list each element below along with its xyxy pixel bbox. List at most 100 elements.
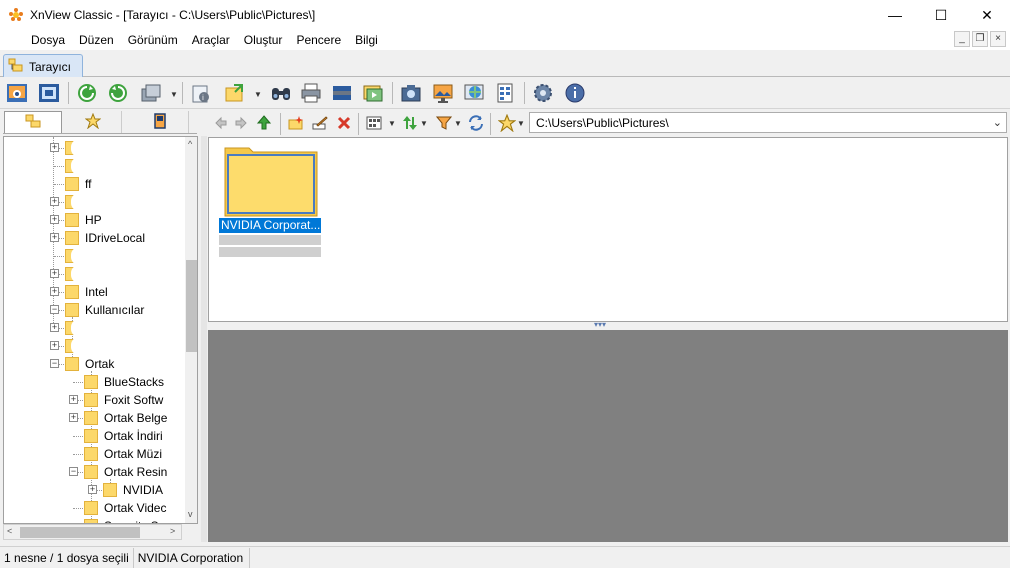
chevron-down-icon[interactable]: ▼: [420, 119, 428, 128]
open-browser-icon[interactable]: [4, 81, 30, 105]
fullscreen-icon[interactable]: [36, 81, 62, 105]
sync-icon[interactable]: [466, 113, 486, 133]
chevron-down-icon[interactable]: ▼: [454, 119, 462, 128]
menu-araclar[interactable]: Araçlar: [185, 30, 237, 50]
folder-thumbnail-icon[interactable]: [224, 145, 318, 217]
menu-bilgi[interactable]: Bilgi: [348, 30, 385, 50]
expand-icon[interactable]: +: [50, 287, 59, 296]
view-mode-icon[interactable]: [364, 113, 384, 133]
scroll-down-icon[interactable]: v: [188, 509, 193, 519]
scroll-thumb[interactable]: [186, 260, 197, 352]
expand-icon[interactable]: +: [50, 143, 59, 152]
expand-icon[interactable]: +: [69, 413, 78, 422]
sort-icon[interactable]: [400, 113, 420, 133]
address-dropdown-icon[interactable]: ⌄: [993, 116, 1002, 129]
close-button[interactable]: ✕: [964, 0, 1010, 30]
favorite-star-icon[interactable]: [497, 113, 517, 133]
tree-item[interactable]: +: [4, 139, 184, 157]
mdi-minimize-button[interactable]: _: [954, 31, 970, 47]
expand-icon[interactable]: +: [50, 233, 59, 242]
mdi-close-button[interactable]: ×: [990, 31, 1006, 47]
tree-item[interactable]: + NVIDIA: [4, 481, 184, 499]
collapse-icon[interactable]: −: [50, 305, 59, 314]
info-icon[interactable]: [562, 81, 588, 105]
tab-favorites[interactable]: [64, 111, 122, 133]
new-folder-icon[interactable]: [286, 113, 306, 133]
collapse-icon[interactable]: −: [69, 467, 78, 476]
tree-item[interactable]: + Intel: [4, 283, 184, 301]
tree-vertical-scrollbar[interactable]: ^ v: [185, 137, 197, 523]
folder-tree[interactable]: + ff + + HP + IDriveLocal + + Intel − Kullanıcılar +…: [3, 136, 198, 524]
refresh-icon[interactable]: [74, 81, 100, 105]
forward-icon[interactable]: [232, 113, 252, 133]
tree-item[interactable]: + Foxit Softw: [4, 391, 184, 409]
chevron-down-icon[interactable]: ▼: [388, 119, 396, 128]
mdi-restore-button[interactable]: ❐: [972, 31, 988, 47]
folder-name-label[interactable]: NVIDIA Corporat...: [219, 218, 321, 233]
scroll-left-icon[interactable]: <: [7, 526, 12, 536]
tree-item[interactable]: Security So: [4, 517, 184, 523]
chevron-down-icon[interactable]: ▼: [517, 119, 525, 128]
tree-item[interactable]: + HP: [4, 211, 184, 229]
capture-icon[interactable]: [398, 81, 424, 105]
tree-horizontal-scrollbar[interactable]: < >: [3, 524, 182, 540]
tree-item[interactable]: ff: [4, 175, 184, 193]
settings-icon[interactable]: [530, 81, 556, 105]
filter-icon[interactable]: [434, 113, 454, 133]
tree-item[interactable]: − Ortak: [4, 355, 184, 373]
search-icon[interactable]: [268, 81, 294, 105]
chevron-down-icon[interactable]: ▼: [170, 90, 178, 99]
minimize-button[interactable]: —: [872, 0, 918, 30]
tree-item[interactable]: +: [4, 319, 184, 337]
expand-icon[interactable]: +: [50, 197, 59, 206]
expand-icon[interactable]: +: [69, 395, 78, 404]
tree-item[interactable]: +: [4, 265, 184, 283]
set-wallpaper-icon[interactable]: [430, 81, 456, 105]
vertical-splitter[interactable]: [201, 136, 207, 542]
tree-item[interactable]: Ortak İndiri: [4, 427, 184, 445]
menu-olustur[interactable]: Oluştur: [237, 30, 290, 50]
maximize-button[interactable]: ☐: [918, 0, 964, 30]
tree-item[interactable]: +: [4, 193, 184, 211]
tab-categories[interactable]: [131, 111, 189, 133]
slideshow-icon[interactable]: [360, 81, 386, 105]
menu-duzen[interactable]: Düzen: [72, 30, 121, 50]
export-icon[interactable]: [222, 81, 248, 105]
menu-pencere[interactable]: Pencere: [289, 30, 348, 50]
reload-icon[interactable]: [105, 81, 131, 105]
menu-dosya[interactable]: Dosya: [24, 30, 72, 50]
expand-icon[interactable]: +: [50, 323, 59, 332]
tree-item[interactable]: [4, 157, 184, 175]
splitter-grip-icon[interactable]: ▾▾▾: [594, 320, 606, 329]
tree-item[interactable]: +: [4, 337, 184, 355]
tree-item[interactable]: + IDriveLocal: [4, 229, 184, 247]
address-field[interactable]: C:\Users\Public\Pictures\ ⌄: [529, 112, 1007, 133]
tree-item[interactable]: [4, 247, 184, 265]
tree-item[interactable]: − Kullanıcılar: [4, 301, 184, 319]
horizontal-splitter[interactable]: ▾▾▾: [208, 320, 1008, 330]
contact-sheet-icon[interactable]: [492, 81, 518, 105]
batch-convert-icon[interactable]: [138, 81, 164, 105]
print-icon[interactable]: [298, 81, 324, 105]
title-bar[interactable]: XnView Classic - [Tarayıcı - C:\Users\Pu…: [0, 0, 1010, 30]
tree-item[interactable]: + Ortak Belge: [4, 409, 184, 427]
properties-icon[interactable]: i: [188, 81, 214, 105]
scroll-thumb[interactable]: [20, 527, 140, 538]
expand-icon[interactable]: +: [50, 215, 59, 224]
tab-folders[interactable]: [4, 111, 62, 133]
tree-item[interactable]: − Ortak Resin: [4, 463, 184, 481]
file-browser-pane[interactable]: NVIDIA Corporat...: [208, 137, 1008, 322]
menu-gorunum[interactable]: Görünüm: [121, 30, 185, 50]
delete-icon[interactable]: [334, 113, 354, 133]
back-icon[interactable]: [210, 113, 230, 133]
tab-tarayici[interactable]: Tarayıcı: [3, 54, 83, 78]
scroll-up-icon[interactable]: ^: [188, 139, 192, 149]
expand-icon[interactable]: +: [88, 485, 97, 494]
tree-item[interactable]: BlueStacks: [4, 373, 184, 391]
tree-item[interactable]: Ortak Videc: [4, 499, 184, 517]
web-icon[interactable]: [461, 81, 487, 105]
scan-icon[interactable]: [329, 81, 355, 105]
chevron-down-icon[interactable]: ▼: [254, 90, 262, 99]
scroll-right-icon[interactable]: >: [170, 526, 175, 536]
expand-icon[interactable]: +: [50, 269, 59, 278]
